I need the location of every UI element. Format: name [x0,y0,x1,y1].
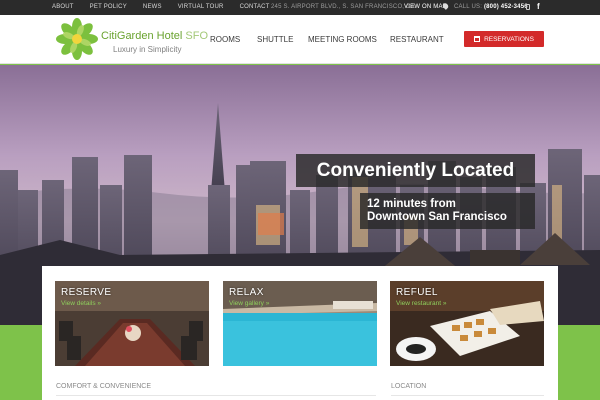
hotel-name-suffix: SFO [185,30,209,42]
tile-reserve-title: RESERVE [61,287,112,298]
hotel-name-text: CitiGarden Hotel [101,30,183,42]
tile-reserve-link[interactable]: View details » [61,300,101,307]
utility-links: ABOUT PET POLICY NEWS VIRTUAL TOUR CONTA… [52,4,286,10]
phone-icon [526,4,530,10]
hotel-name[interactable]: CitiGarden Hotel SFO [101,30,208,42]
section-location-heading: LOCATION [391,383,427,390]
link-news[interactable]: NEWS [143,4,162,10]
hero-subtitle-line-2: Downtown San Francisco [367,211,507,223]
section-divider [391,395,544,396]
nav-rooms[interactable]: ROOMS [210,35,240,44]
section-divider [56,395,376,396]
top-utility-bar: ABOUT PET POLICY NEWS VIRTUAL TOUR CONTA… [0,0,600,15]
call-us-label: CALL US: [454,4,483,10]
hotel-address: 245 S. AIRPORT BLVD., S. SAN FRANCISCO, … [271,4,415,10]
reservations-button[interactable]: RESERVATIONS [464,31,544,47]
nav-restaurant[interactable]: RESTAURANT [390,35,444,44]
tile-relax[interactable]: RELAX View gallery » [223,281,377,366]
calendar-icon [474,36,481,42]
tagline: Luxury in Simplicity [113,45,182,54]
tile-refuel-title: REFUEL [396,287,438,298]
tile-relax-title: RELAX [229,287,264,298]
tile-relax-link[interactable]: View gallery » [229,300,269,307]
site-header: CitiGarden Hotel SFO Luxury in Simplicit… [0,15,600,64]
link-pet-policy[interactable]: PET POLICY [90,4,127,10]
logo-flower-icon[interactable] [56,18,98,60]
hero-title: Conveniently Located [296,154,535,187]
nav-meeting-rooms[interactable]: MEETING ROOMS [308,35,377,44]
link-virtual-tour[interactable]: VIRTUAL TOUR [178,4,224,10]
section-comfort-heading: COMFORT & CONVENIENCE [56,383,152,390]
facebook-icon[interactable]: f [537,2,540,11]
tile-refuel[interactable]: REFUEL View restaurant » [390,281,544,366]
hero-subtitle: 12 minutes from Downtown San Francisco [360,193,535,229]
tile-reserve[interactable]: RESERVE View details » [55,281,209,366]
link-contact[interactable]: CONTACT [240,4,270,10]
nav-shuttle[interactable]: SHUTTLE [257,35,293,44]
phone-number[interactable]: (800) 452-3456 [484,4,528,10]
reservations-label: RESERVATIONS [484,35,534,43]
hero-subtitle-line-1: 12 minutes from [367,198,456,210]
call-us: CALL US: (800) 452-3456 [454,4,528,10]
tile-refuel-link[interactable]: View restaurant » [396,300,446,307]
view-on-map-link[interactable]: VIEW ON MAP [404,4,447,10]
link-about[interactable]: ABOUT [52,4,74,10]
